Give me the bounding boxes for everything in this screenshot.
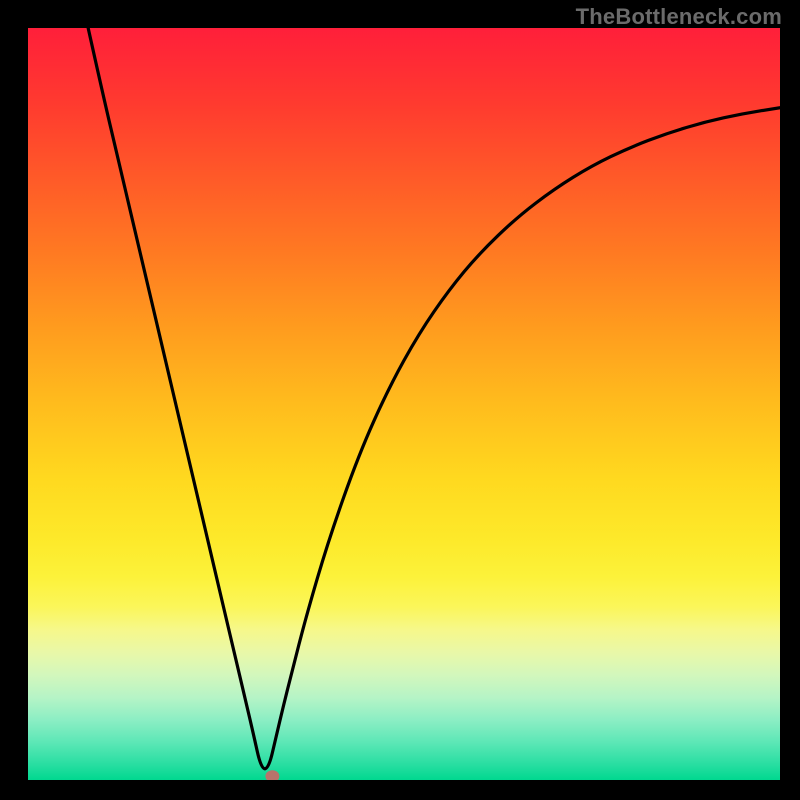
bottleneck-svg xyxy=(28,28,780,780)
plot-area xyxy=(26,26,782,782)
minimum-marker xyxy=(265,770,279,782)
chart-frame: TheBottleneck.com xyxy=(0,0,800,800)
bottleneck-curve xyxy=(88,28,780,769)
